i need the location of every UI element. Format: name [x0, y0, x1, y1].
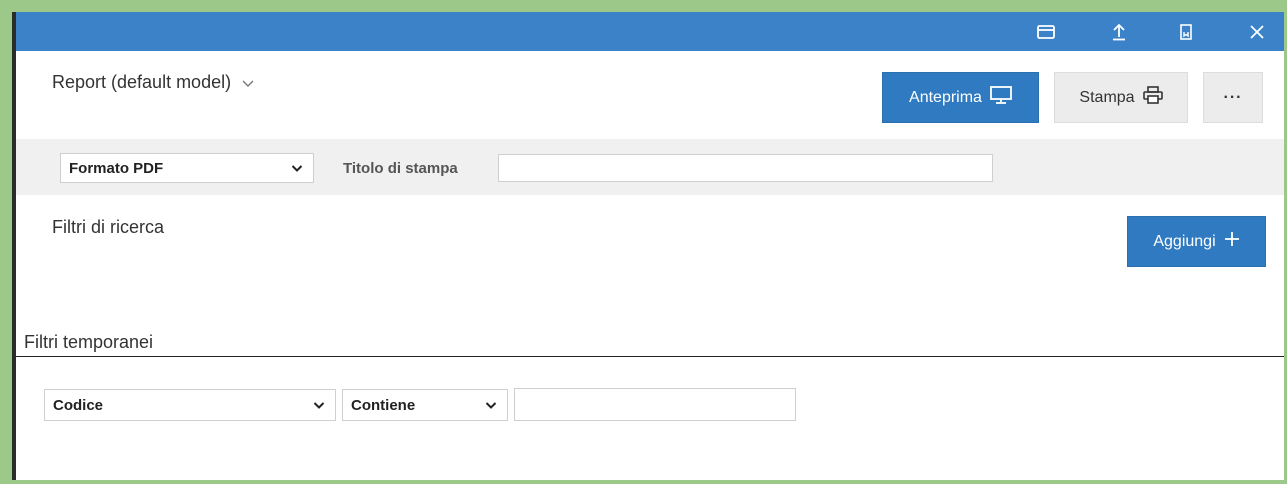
- caret-down-icon: [485, 397, 497, 414]
- add-filter-button[interactable]: Aggiungi: [1127, 216, 1266, 267]
- format-select-value: Formato PDF: [69, 159, 164, 177]
- preview-button-label: Anteprima: [909, 88, 982, 106]
- temporary-filters-title: Filtri temporanei: [24, 332, 154, 352]
- search-filters-title: Filtri di ricerca: [52, 217, 165, 237]
- print-title-input[interactable]: [498, 154, 993, 182]
- more-options-button[interactable]: ···: [1203, 72, 1263, 123]
- filter-field-value: Codice: [53, 396, 104, 414]
- bookmark-icon[interactable]: [1169, 12, 1203, 51]
- upload-icon[interactable]: [1102, 12, 1136, 51]
- plus-icon: [1224, 231, 1240, 252]
- print-button[interactable]: Stampa: [1054, 72, 1188, 123]
- report-window: Report (default model) Anteprima Stampa …: [12, 12, 1284, 480]
- page-title: Report (default model): [52, 72, 232, 92]
- printer-icon: [1142, 86, 1163, 109]
- add-filter-label: Aggiungi: [1153, 232, 1216, 250]
- print-button-label: Stampa: [1079, 88, 1135, 106]
- filter-operator-select[interactable]: Contiene: [342, 389, 508, 421]
- preview-button[interactable]: Anteprima: [882, 72, 1039, 123]
- title-bar: [16, 12, 1284, 51]
- close-icon[interactable]: [1240, 12, 1274, 51]
- window-icon[interactable]: [1029, 12, 1063, 51]
- section-divider: [16, 356, 1284, 357]
- filter-field-select[interactable]: Codice: [44, 389, 336, 421]
- report-model-selector[interactable]: Report (default model): [52, 72, 255, 93]
- print-title-label: Titolo di stampa: [343, 160, 458, 177]
- caret-down-icon: [291, 160, 303, 177]
- caret-down-icon: [313, 397, 325, 414]
- monitor-icon: [990, 86, 1012, 109]
- filter-value-input[interactable]: [514, 388, 796, 421]
- left-edge-bar: [12, 12, 16, 480]
- chevron-down-icon: [241, 72, 255, 93]
- filter-operator-value: Contiene: [351, 396, 416, 414]
- more-options-label: ···: [1223, 88, 1243, 106]
- format-select[interactable]: Formato PDF: [60, 153, 314, 183]
